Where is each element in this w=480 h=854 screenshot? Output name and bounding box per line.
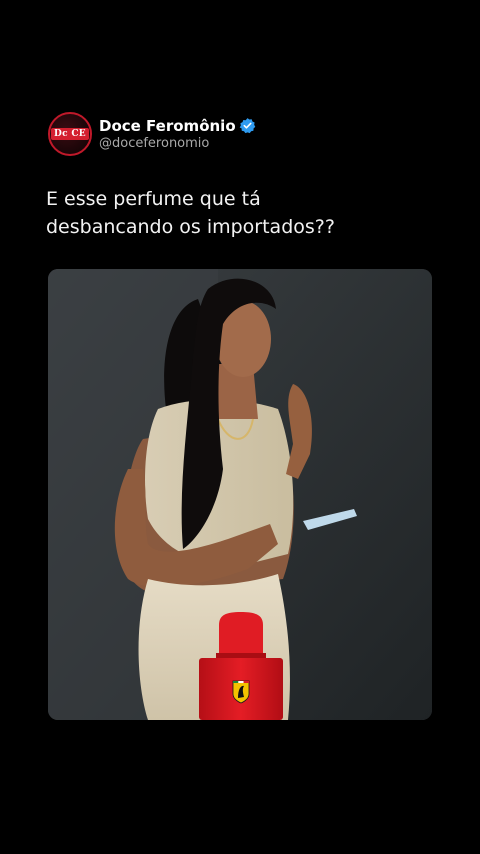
post-media-image[interactable] <box>48 269 432 720</box>
media-illustration <box>48 269 432 720</box>
author-info: Doce Feromônio @doceferonomio <box>99 117 256 152</box>
verified-badge-icon <box>239 117 256 134</box>
user-handle[interactable]: @doceferonomio <box>99 136 256 152</box>
avatar-logo-text: Dc CE <box>51 128 89 140</box>
name-row: Doce Feromônio <box>99 117 256 135</box>
post-header: Dc CE Doce Feromônio @doceferonomio <box>48 112 256 156</box>
post-text: E esse perfume que tá desbancando os imp… <box>46 188 335 238</box>
avatar[interactable]: Dc CE <box>48 112 92 156</box>
tweet-card: Dc CE Doce Feromônio @doceferonomio E es… <box>0 0 480 854</box>
display-name[interactable]: Doce Feromônio <box>99 117 236 135</box>
